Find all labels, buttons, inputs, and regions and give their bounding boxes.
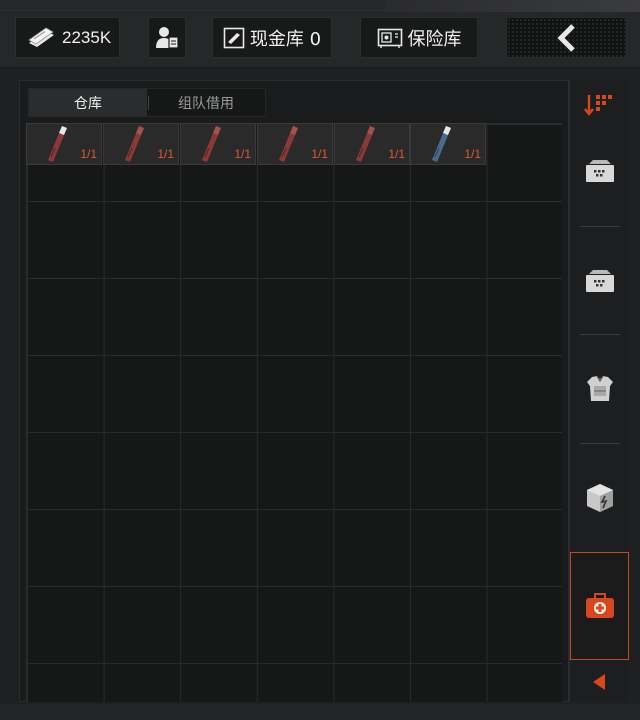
red-stick-item-icon	[202, 126, 221, 162]
red-stick-item-icon	[279, 126, 298, 162]
storage-crate-icon	[585, 270, 614, 292]
sidebar-item-armor[interactable]	[570, 368, 629, 410]
inventory-grid[interactable]	[26, 123, 562, 702]
collapse-arrow-icon	[592, 674, 605, 690]
top-highlight	[385, 0, 640, 12]
tab-warehouse[interactable]: 仓库	[29, 89, 147, 116]
top-bar: 2235K 现金库 0 保险库	[0, 0, 640, 68]
sidebar-divider	[580, 443, 620, 444]
chevron-left-icon	[556, 23, 575, 52]
safe-box-label: 保险库	[407, 28, 462, 50]
bottom-strip	[0, 704, 640, 720]
sidebar-item-storage-2[interactable]	[570, 260, 629, 302]
safe-box-icon	[377, 28, 402, 48]
cash-vault-icon	[223, 27, 245, 48]
blue-stick-item-icon	[432, 126, 451, 162]
cash-vault-label: 现金库 0	[249, 28, 322, 50]
collapse-sidebar-button[interactable]	[570, 666, 629, 698]
storage-crate-icon	[585, 160, 614, 182]
inventory-slot[interactable]: 1/1	[334, 123, 410, 165]
category-sidebar	[569, 80, 629, 702]
operator-profile-icon	[156, 26, 179, 49]
red-stick-item-icon	[48, 126, 67, 162]
inventory-slot[interactable]: 1/1	[180, 123, 256, 165]
cash-bundle-icon	[28, 27, 54, 47]
sort-icon	[583, 95, 612, 116]
sort-button[interactable]	[570, 84, 629, 124]
cash-vault-button[interactable]: 现金库 0	[212, 17, 332, 58]
tab-team-borrow[interactable]: 组队借用	[147, 89, 265, 116]
body-armor-icon	[586, 375, 613, 401]
inventory-slot[interactable]: 1/1	[26, 123, 102, 165]
item-count: 1/1	[234, 147, 251, 161]
red-stick-item-icon	[356, 126, 375, 162]
sidebar-divider	[580, 334, 620, 335]
item-count: 1/1	[80, 147, 97, 161]
red-stick-item-icon	[125, 126, 144, 162]
item-count: 1/1	[388, 147, 405, 161]
supply-box-icon	[586, 484, 613, 512]
item-count: 1/1	[464, 147, 481, 161]
safe-box-button[interactable]: 保险库	[360, 17, 478, 58]
sidebar-item-supplies[interactable]	[570, 477, 629, 519]
inventory-slot[interactable]: 1/1	[410, 123, 486, 165]
back-button[interactable]	[506, 17, 627, 58]
money-display[interactable]: 2235K	[15, 17, 120, 58]
medical-kit-icon	[585, 593, 614, 618]
profile-button[interactable]	[148, 17, 186, 58]
item-count: 1/1	[157, 147, 174, 161]
tab-divider	[148, 96, 149, 110]
money-amount: 2235K	[62, 27, 112, 47]
sidebar-item-medical[interactable]	[570, 552, 629, 660]
warehouse-tabs: 仓库 组队借用	[28, 88, 266, 117]
inventory-slot[interactable]: 1/1	[257, 123, 333, 165]
sidebar-divider	[580, 226, 620, 227]
sidebar-item-storage-1[interactable]	[570, 150, 629, 192]
inventory-slot[interactable]: 1/1	[103, 123, 179, 165]
item-count: 1/1	[311, 147, 328, 161]
